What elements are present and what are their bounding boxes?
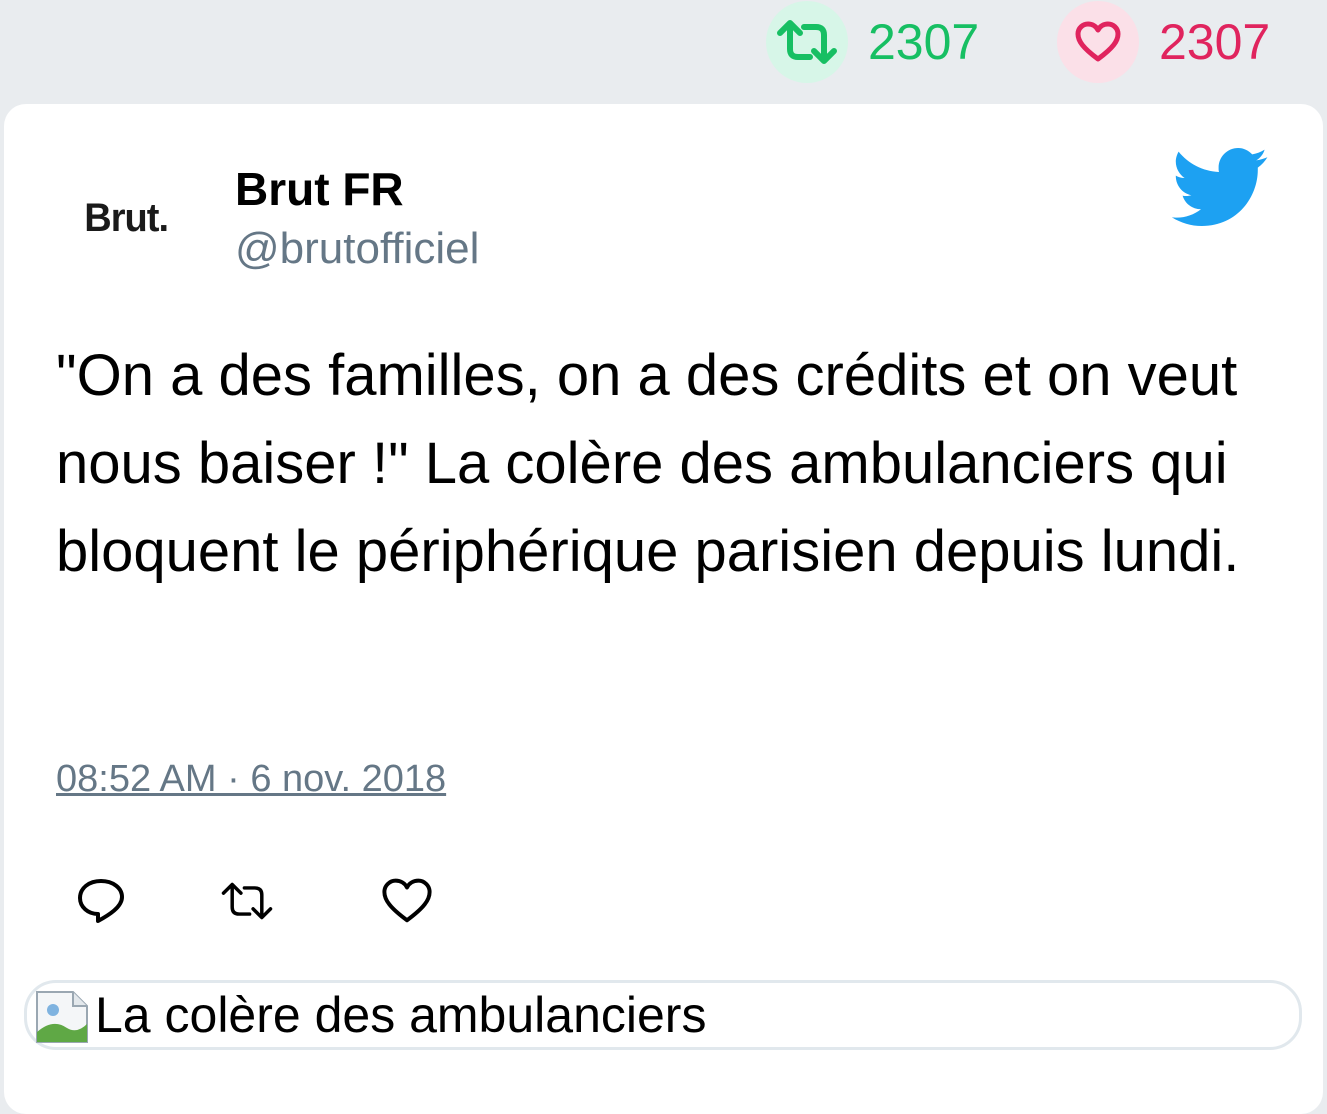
tweet-timestamp[interactable]: 08:52 AM · 6 nov. 2018 — [56, 758, 446, 801]
like-icon[interactable] — [380, 874, 434, 928]
like-stat-icon[interactable] — [1057, 1, 1139, 83]
twitter-bird-icon[interactable] — [1171, 148, 1270, 228]
display-name[interactable]: Brut FR — [235, 162, 404, 216]
tweet-media[interactable]: La colère des ambulanciers — [24, 980, 1302, 1050]
retweet-count: 2307 — [868, 14, 980, 70]
media-alt-text: La colère des ambulanciers — [95, 987, 707, 1043]
broken-image-icon — [36, 991, 88, 1043]
like-stat[interactable]: 2307 — [1057, 1, 1271, 83]
tweet-text: "On a des familles, on a des crédits et … — [56, 343, 1240, 584]
retweet-stat[interactable]: 2307 — [766, 1, 980, 83]
retweet-icon[interactable] — [220, 874, 274, 928]
avatar[interactable]: Brut. — [82, 188, 194, 248]
tweet-stats-bar: 2307 2307 — [0, 0, 1327, 100]
like-count: 2307 — [1159, 14, 1271, 70]
user-handle[interactable]: @brutofficiel — [235, 224, 479, 274]
avatar-logo: Brut. — [84, 195, 169, 240]
tweet-card: Brut. Brut FR @brutofficiel "On a des fa… — [4, 104, 1323, 1114]
retweet-stat-icon[interactable] — [766, 1, 848, 83]
reply-icon[interactable] — [74, 874, 128, 928]
